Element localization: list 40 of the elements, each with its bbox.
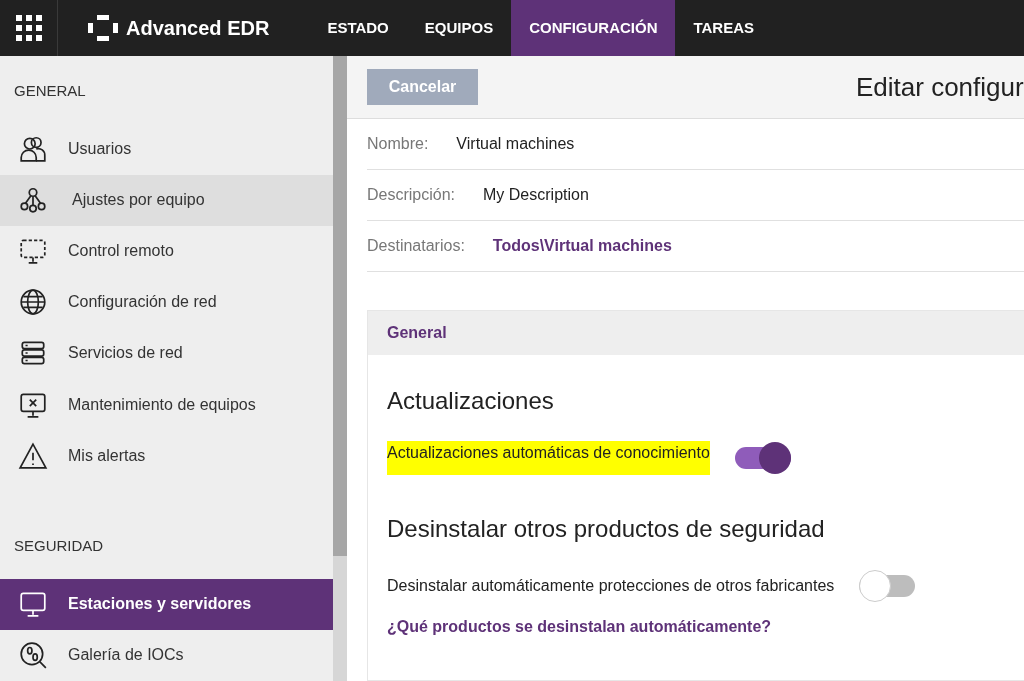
field-label: Descripción: xyxy=(367,185,456,205)
nav-tab[interactable]: CONFIGURACIÓN xyxy=(511,0,676,56)
sidebar-item[interactable]: Configuración de red xyxy=(0,276,333,328)
setting-label: Desinstalar automáticamente protecciones de otros fabricantes xyxy=(387,576,835,596)
sidebar-item[interactable]: Mis alertas xyxy=(0,430,333,482)
apps-grid-icon[interactable] xyxy=(15,15,42,41)
sidebar-item[interactable]: Ajustes por equipo xyxy=(0,174,333,226)
sidebar-item[interactable]: Mantenimiento de equipos xyxy=(0,379,333,431)
users-icon xyxy=(18,134,48,165)
nav-tab[interactable]: ESTADO xyxy=(309,0,407,56)
help-link[interactable]: ¿Qué productos se desinstalan automáticamente? xyxy=(387,615,772,639)
sidebar-item[interactable]: Usuarios xyxy=(0,123,333,175)
nav-tab[interactable]: EQUIPOS xyxy=(406,0,512,56)
remote-monitor-icon xyxy=(18,236,48,267)
sidebar-item[interactable]: Galería de IOCs xyxy=(0,629,333,681)
sidebar-item[interactable]: Servicios de red xyxy=(0,327,333,380)
globe-icon xyxy=(18,287,48,318)
product-name: Advanced EDR xyxy=(126,16,270,41)
monitor-icon xyxy=(18,589,48,620)
warning-icon xyxy=(18,440,48,471)
target-link[interactable]: Todos\Virtual machines xyxy=(492,234,672,258)
nodes-icon xyxy=(18,185,48,216)
logo-icon xyxy=(88,15,118,41)
section-title: SEGURIDAD xyxy=(13,536,105,557)
sidebar-item[interactable]: Control remoto xyxy=(0,225,333,277)
panel-title: General xyxy=(368,311,1024,355)
ioc-magnifier-icon xyxy=(18,640,48,671)
page-title: Editar configur xyxy=(856,70,1024,104)
sidebar-item[interactable]: Estaciones y servidores xyxy=(0,578,333,630)
toggle-switch[interactable] xyxy=(733,441,792,475)
nav-tab[interactable]: TAREAS xyxy=(675,0,773,56)
section-heading: Desinstalar otros productos de seguridad xyxy=(387,514,826,544)
field-label: Destinatarios: xyxy=(367,236,465,256)
setting-label: Actualizaciones automáticas de conocimiento xyxy=(387,441,710,475)
section-title: GENERAL xyxy=(13,81,87,101)
field-value: My Description xyxy=(483,185,589,205)
field-value: Virtual machines xyxy=(456,134,575,154)
field-label: Nombre: xyxy=(367,134,429,154)
toggle-switch[interactable] xyxy=(858,569,917,603)
section-heading: Actualizaciones xyxy=(387,386,555,416)
